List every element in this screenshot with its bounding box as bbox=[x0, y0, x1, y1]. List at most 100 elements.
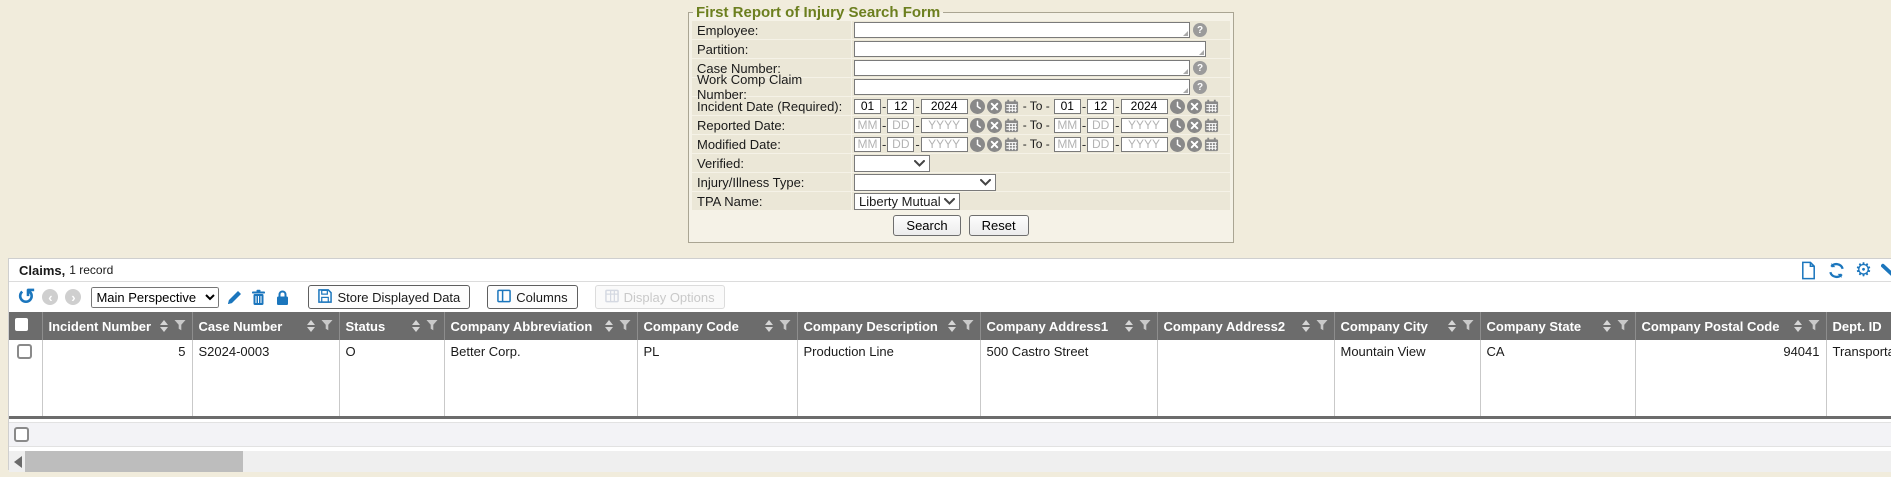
sort-icon[interactable] bbox=[307, 320, 315, 332]
clear-date-icon[interactable] bbox=[987, 137, 1002, 152]
modified-from-day-input[interactable] bbox=[887, 137, 914, 152]
sort-icon[interactable] bbox=[1302, 320, 1310, 332]
scroll-left-arrow-icon[interactable] bbox=[14, 456, 22, 468]
perspective-select[interactable]: Main Perspective bbox=[91, 287, 219, 308]
columns-button[interactable]: Columns bbox=[487, 285, 577, 309]
filter-funnel-icon[interactable] bbox=[1462, 319, 1474, 334]
reported-from-month-input[interactable] bbox=[854, 118, 881, 133]
incident-from-day-input[interactable] bbox=[887, 99, 914, 114]
filter-funnel-icon[interactable] bbox=[174, 319, 186, 334]
column-header-company-state[interactable]: Company State bbox=[1480, 312, 1635, 340]
partition-input[interactable] bbox=[854, 41, 1206, 57]
filter-funnel-icon[interactable] bbox=[1139, 319, 1151, 334]
filter-funnel-icon[interactable] bbox=[619, 319, 631, 334]
case-number-input[interactable] bbox=[854, 60, 1190, 76]
incident-to-year-input[interactable] bbox=[1121, 99, 1168, 114]
filter-funnel-icon[interactable] bbox=[1808, 319, 1820, 334]
column-header-company-code[interactable]: Company Code bbox=[637, 312, 797, 340]
tpa-name-select[interactable]: Liberty Mutual bbox=[854, 193, 960, 210]
sort-icon[interactable] bbox=[765, 320, 773, 332]
clear-date-icon[interactable] bbox=[1187, 137, 1202, 152]
calendar-icon[interactable] bbox=[1004, 99, 1019, 114]
clear-date-icon[interactable] bbox=[987, 99, 1002, 114]
row-select-cell[interactable] bbox=[9, 340, 42, 416]
next-perspective-icon[interactable]: › bbox=[65, 289, 81, 305]
clear-date-icon[interactable] bbox=[1187, 118, 1202, 133]
help-icon[interactable]: ? bbox=[1193, 80, 1207, 94]
scrollbar-thumb[interactable] bbox=[25, 451, 243, 472]
column-header-company-postal-code[interactable]: Company Postal Code bbox=[1635, 312, 1826, 340]
reported-to-year-input[interactable] bbox=[1121, 118, 1168, 133]
time-picker-icon[interactable] bbox=[1170, 137, 1185, 152]
modified-from-month-input[interactable] bbox=[854, 137, 881, 152]
reset-button[interactable]: Reset bbox=[969, 215, 1029, 236]
filter-funnel-icon[interactable] bbox=[1617, 319, 1629, 334]
reported-from-year-input[interactable] bbox=[921, 118, 968, 133]
reported-from-day-input[interactable] bbox=[887, 118, 914, 133]
column-header-status[interactable]: Status bbox=[339, 312, 444, 340]
search-button[interactable]: Search bbox=[893, 215, 960, 236]
time-picker-icon[interactable] bbox=[970, 118, 985, 133]
modified-from-year-input[interactable] bbox=[921, 137, 968, 152]
column-header-company-description[interactable]: Company Description bbox=[797, 312, 980, 340]
footer-checkbox[interactable] bbox=[14, 427, 29, 442]
column-header-case-number[interactable]: Case Number bbox=[192, 312, 339, 340]
sort-icon[interactable] bbox=[605, 320, 613, 332]
table-row[interactable]: 5 S2024-0003 O Better Corp. PL Productio… bbox=[9, 340, 1891, 416]
row-checkbox[interactable] bbox=[17, 344, 32, 359]
column-header-company-abbreviation[interactable]: Company Abbreviation bbox=[444, 312, 637, 340]
reported-to-month-input[interactable] bbox=[1054, 118, 1081, 133]
sort-icon[interactable] bbox=[948, 320, 956, 332]
refresh-icon[interactable] bbox=[1827, 261, 1846, 280]
calendar-icon[interactable] bbox=[1004, 118, 1019, 133]
calendar-icon[interactable] bbox=[1204, 99, 1219, 114]
work-comp-input[interactable] bbox=[854, 79, 1190, 95]
sort-icon[interactable] bbox=[160, 320, 168, 332]
select-all-header[interactable] bbox=[9, 312, 42, 340]
time-picker-icon[interactable] bbox=[1170, 118, 1185, 133]
modified-to-month-input[interactable] bbox=[1054, 137, 1081, 152]
sort-icon[interactable] bbox=[412, 320, 420, 332]
partial-edge-icon[interactable] bbox=[1881, 261, 1891, 280]
column-header-company-city[interactable]: Company City bbox=[1334, 312, 1480, 340]
undo-icon[interactable]: ↺ bbox=[17, 286, 35, 308]
edit-pencil-icon[interactable] bbox=[226, 289, 243, 306]
modified-to-year-input[interactable] bbox=[1121, 137, 1168, 152]
calendar-icon[interactable] bbox=[1204, 137, 1219, 152]
horizontal-scrollbar[interactable] bbox=[9, 451, 1891, 472]
sort-icon[interactable] bbox=[1794, 320, 1802, 332]
help-icon[interactable]: ? bbox=[1193, 61, 1207, 75]
calendar-icon[interactable] bbox=[1004, 137, 1019, 152]
previous-perspective-icon[interactable]: ‹ bbox=[42, 289, 58, 305]
incident-from-month-input[interactable] bbox=[854, 99, 881, 114]
incident-to-day-input[interactable] bbox=[1087, 99, 1114, 114]
modified-to-day-input[interactable] bbox=[1087, 137, 1114, 152]
filter-funnel-icon[interactable] bbox=[1316, 319, 1328, 334]
sort-icon[interactable] bbox=[1603, 320, 1611, 332]
time-picker-icon[interactable] bbox=[970, 99, 985, 114]
filter-funnel-icon[interactable] bbox=[321, 319, 333, 334]
sort-icon[interactable] bbox=[1125, 320, 1133, 332]
lock-icon[interactable] bbox=[274, 289, 291, 306]
filter-funnel-icon[interactable] bbox=[779, 319, 791, 334]
column-header-dept-id[interactable]: Dept. ID bbox=[1826, 312, 1891, 340]
column-header-company-address2[interactable]: Company Address2 bbox=[1157, 312, 1334, 340]
filter-funnel-icon[interactable] bbox=[426, 319, 438, 334]
incident-to-month-input[interactable] bbox=[1054, 99, 1081, 114]
column-header-company-address1[interactable]: Company Address1 bbox=[980, 312, 1157, 340]
sort-icon[interactable] bbox=[1448, 320, 1456, 332]
store-displayed-data-button[interactable]: Store Displayed Data bbox=[308, 285, 470, 309]
new-document-icon[interactable] bbox=[1799, 261, 1818, 280]
incident-from-year-input[interactable] bbox=[921, 99, 968, 114]
help-icon[interactable]: ? bbox=[1193, 23, 1207, 37]
reported-to-day-input[interactable] bbox=[1087, 118, 1114, 133]
delete-trash-icon[interactable] bbox=[250, 289, 267, 306]
clear-date-icon[interactable] bbox=[987, 118, 1002, 133]
time-picker-icon[interactable] bbox=[1170, 99, 1185, 114]
time-picker-icon[interactable] bbox=[970, 137, 985, 152]
filter-funnel-icon[interactable] bbox=[962, 319, 974, 334]
calendar-icon[interactable] bbox=[1204, 118, 1219, 133]
gear-icon[interactable]: ⚙ bbox=[1855, 261, 1872, 280]
verified-select[interactable] bbox=[854, 155, 930, 172]
injury-type-select[interactable] bbox=[854, 174, 996, 191]
